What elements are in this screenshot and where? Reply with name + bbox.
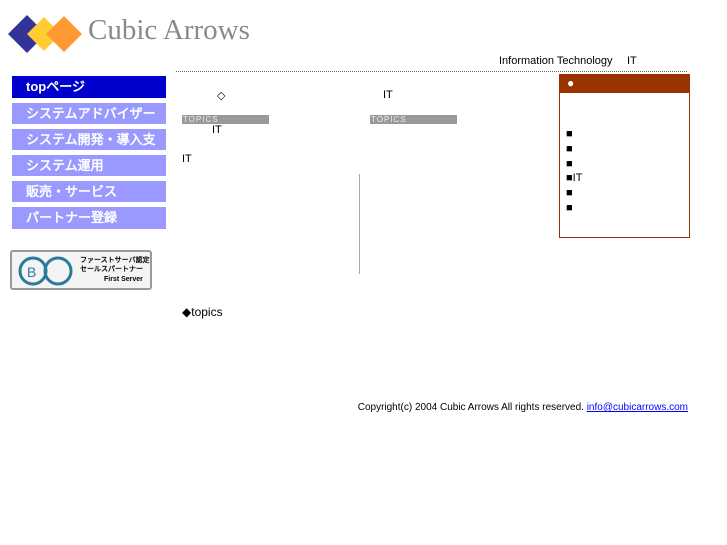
first-server-banner[interactable]: B ファーストサーバ認定 セールスパートナー First Server [10,250,152,290]
nav-system-development[interactable]: システム開発・導入支援 [12,129,166,168]
sidebox-item[interactable]: ■ [566,187,573,199]
sidebox-header: ● [560,75,689,93]
nav-system-operation[interactable]: システム運用 [12,155,166,176]
nav-top[interactable]: topページ [12,76,166,98]
sidebox-item[interactable]: ■ [566,202,573,214]
topics-heading: ◆topics [182,305,223,319]
sidebox: ● ■ ■ ■ ■IT ■ ■ [559,74,690,238]
diamond-mark: ◇ [217,90,226,102]
banner-brand: First Server [104,276,143,283]
email-link[interactable]: info@cubicarrows.com [587,402,688,413]
nav-partner-registration[interactable]: パートナー登録 [12,207,166,229]
topics-bar-left: TOPICS [182,115,269,124]
tagline: Information Technology [499,55,613,67]
sidebox-item[interactable]: ■ [566,128,573,140]
svg-text:B: B [27,264,36,280]
sidebox-item[interactable]: ■ [566,143,573,155]
sidebox-item[interactable]: ■ [566,158,573,170]
nav-system-advisor[interactable]: システムアドバイザー [12,103,166,124]
nav-sales-service[interactable]: 販売・サービス [12,181,166,202]
topics-bar-right: TOPICS [370,115,457,124]
logo-text: Cubic Arrows [88,14,250,46]
copyright: Copyright(c) 2004 Cubic Arrows All right… [357,402,584,413]
it-text: IT [212,124,222,136]
banner-line2: セールスパートナー [80,266,143,273]
column-divider [359,174,360,274]
it-text-2: IT [182,153,192,165]
csp-logo-icon: B [18,256,73,286]
bullet-icon: ● [567,76,575,90]
sidebox-item[interactable]: ■IT [566,172,582,184]
footer: Copyright(c) 2004 Cubic Arrows All right… [358,402,688,413]
divider [176,71,687,72]
logo-icon [8,15,82,53]
tagline-it: IT [627,55,637,67]
it-heading: IT [383,89,393,101]
